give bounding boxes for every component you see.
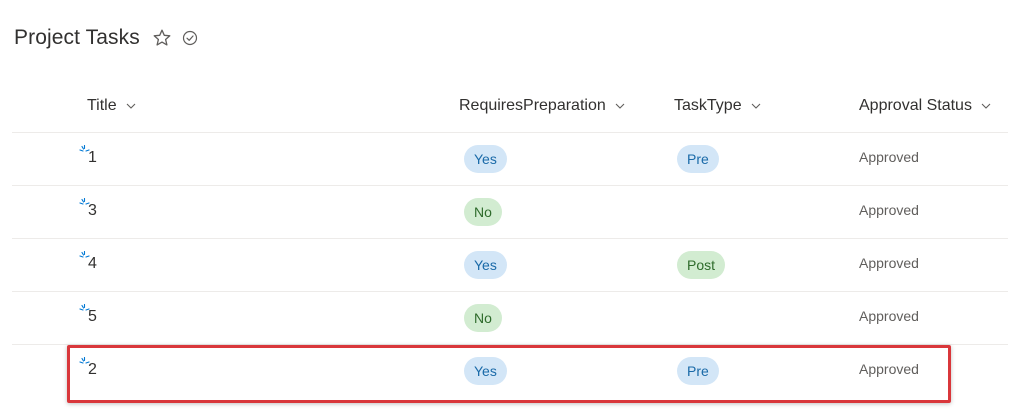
column-header-title[interactable]: Title	[87, 94, 137, 118]
chevron-down-icon	[980, 100, 992, 112]
requires-preparation-pill: No	[464, 198, 502, 226]
sharepoint-list-view: Project Tasks Title RequiresPreparation …	[0, 0, 1024, 418]
check-circle-icon[interactable]	[181, 29, 199, 47]
table-row[interactable]: 2 Yes Pre Approved	[12, 344, 1008, 397]
page-title: Project Tasks	[14, 26, 140, 49]
chevron-down-icon	[125, 100, 137, 112]
requires-preparation-pill: Yes	[464, 357, 507, 385]
column-header-label: TaskType	[674, 97, 742, 114]
table-row[interactable]: 5 No Approved	[12, 291, 1008, 344]
approval-status-cell: Approved	[859, 202, 919, 218]
approval-status-cell: Approved	[859, 308, 919, 324]
title-cell[interactable]: 4	[88, 255, 97, 273]
column-header-label: Title	[87, 97, 117, 114]
table-row[interactable]: 3 No Approved	[12, 185, 1008, 238]
star-icon[interactable]	[151, 27, 173, 49]
column-header-label: Approval Status	[859, 97, 972, 114]
requires-preparation-pill: Yes	[464, 251, 507, 279]
table-row[interactable]: 4 Yes Post Approved	[12, 238, 1008, 291]
approval-status-cell: Approved	[859, 361, 919, 377]
task-type-pill: Pre	[677, 357, 719, 385]
requires-preparation-pill: Yes	[464, 145, 507, 173]
title-cell[interactable]: 3	[88, 202, 97, 220]
task-type-pill: Post	[677, 251, 726, 279]
table-row[interactable]: 1 Yes Pre Approved	[12, 132, 1008, 185]
list-header: Project Tasks	[14, 22, 199, 54]
title-cell[interactable]: 2	[88, 361, 97, 379]
chevron-down-icon	[614, 100, 626, 112]
column-header-task-type[interactable]: TaskType	[674, 94, 762, 118]
column-header-label: RequiresPreparation	[459, 97, 606, 114]
chevron-down-icon	[750, 100, 762, 112]
title-cell[interactable]: 5	[88, 308, 97, 326]
title-cell[interactable]: 1	[88, 149, 97, 167]
requires-preparation-pill: No	[464, 304, 502, 332]
approval-status-cell: Approved	[859, 255, 919, 271]
approval-status-cell: Approved	[859, 149, 919, 165]
column-header-approval-status[interactable]: Approval Status	[859, 94, 992, 118]
task-type-pill: Pre	[677, 145, 719, 173]
column-header-requires-preparation[interactable]: RequiresPreparation	[459, 94, 626, 118]
